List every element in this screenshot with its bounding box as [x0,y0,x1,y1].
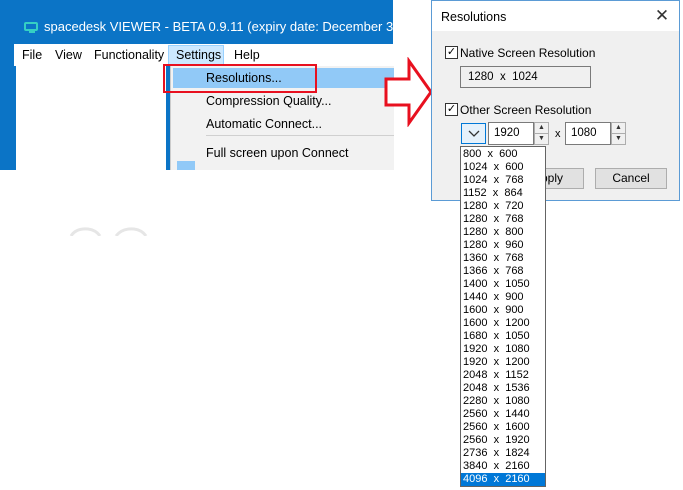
menu-item-fullscreen-connect[interactable]: Full screen upon Connect [206,146,348,160]
menu-check-indicator [177,161,195,170]
resolution-option[interactable]: 2560 x 1440 [461,408,545,421]
resolution-option[interactable]: 4096 x 2160 [461,473,545,486]
app-titlebar[interactable]: spacedesk VIEWER - BETA 0.9.11 (expiry d… [0,0,447,44]
resolution-times-separator: x [555,128,561,140]
resolution-option[interactable]: 1024 x 600 [461,161,545,174]
resolution-option[interactable]: 2048 x 1152 [461,369,545,382]
menu-bar: File View Functionality Settings Help [14,44,393,66]
resolution-option[interactable]: 1400 x 1050 [461,278,545,291]
height-spinner[interactable]: ▲ ▼ [611,122,626,145]
resolution-option[interactable]: 1280 x 960 [461,239,545,252]
menu-help[interactable]: Help [234,48,260,62]
other-resolution-label: Other Screen Resolution [460,103,592,117]
resolution-option[interactable]: 2736 x 1824 [461,447,545,460]
resolution-dropdown-button[interactable] [461,123,486,144]
height-value: 1080 [571,127,597,139]
resolution-option[interactable]: 1680 x 1050 [461,330,545,343]
resolution-option[interactable]: 1920 x 1080 [461,343,545,356]
native-resolution-checkbox[interactable]: ✓ [445,46,458,59]
resolution-option[interactable]: 1280 x 768 [461,213,545,226]
height-input[interactable]: 1080 [565,122,611,145]
close-icon: ✕ [654,6,670,25]
native-resolution-label: Native Screen Resolution [460,46,596,60]
spin-up-icon[interactable]: ▲ [612,123,625,134]
resolution-option[interactable]: 3840 x 2160 [461,460,545,473]
menu-item-automatic-connect[interactable]: Automatic Connect... [206,117,322,131]
menu-functionality[interactable]: Functionality [94,48,164,62]
native-resolution-value-box: 1280 x 1024 [460,66,591,88]
width-spinner[interactable]: ▲ ▼ [534,122,549,145]
app-title: spacedesk VIEWER - BETA 0.9.11 (expiry d… [44,19,448,34]
spin-down-icon[interactable]: ▼ [535,134,548,144]
background-graphic [69,227,148,236]
resolution-option[interactable]: 800 x 600 [461,148,545,161]
menu-settings[interactable]: Settings [176,48,221,62]
chevron-down-icon [468,130,479,137]
menu-separator [206,135,394,136]
menu-file[interactable]: File [22,48,42,62]
dialog-titlebar[interactable]: Resolutions ✕ [432,1,679,31]
resolution-option[interactable]: 1600 x 1200 [461,317,545,330]
menu-item-compression-quality[interactable]: Compression Quality... [206,94,332,108]
cancel-button[interactable]: Cancel [595,168,667,189]
resolution-dropdown-list[interactable]: 800 x 600 1024 x 600 1024 x 768 1152 x 864 1… [460,146,546,487]
monitor-icon [24,22,38,33]
viewer-client-area[interactable] [16,66,166,236]
other-resolution-checkbox[interactable]: ✓ [445,103,458,116]
resolution-option[interactable]: 1024 x 768 [461,174,545,187]
resolution-option[interactable]: 1366 x 768 [461,265,545,278]
resolution-option[interactable]: 2280 x 1080 [461,395,545,408]
resolution-option[interactable]: 1600 x 900 [461,304,545,317]
spin-up-icon[interactable]: ▲ [535,123,548,134]
spin-down-icon[interactable]: ▼ [612,134,625,144]
resolution-option[interactable]: 2048 x 1536 [461,382,545,395]
close-button[interactable]: ✕ [647,3,677,29]
width-value: 1920 [494,127,520,139]
resolution-option[interactable]: 1440 x 900 [461,291,545,304]
resolution-option[interactable]: 1152 x 864 [461,187,545,200]
annotation-arrow-icon [384,57,433,127]
annotation-highlight-box [163,64,317,93]
width-input[interactable]: 1920 [488,122,534,145]
resolution-option[interactable]: 2560 x 1920 [461,434,545,447]
menu-view[interactable]: View [55,48,82,62]
resolution-option[interactable]: 1280 x 720 [461,200,545,213]
resolution-option[interactable]: 1280 x 800 [461,226,545,239]
native-resolution-value: 1280 x 1024 [468,71,538,83]
resolution-option[interactable]: 1360 x 768 [461,252,545,265]
dialog-title: Resolutions [441,10,507,24]
resolution-option[interactable]: 1920 x 1200 [461,356,545,369]
resolution-option[interactable]: 2560 x 1600 [461,421,545,434]
